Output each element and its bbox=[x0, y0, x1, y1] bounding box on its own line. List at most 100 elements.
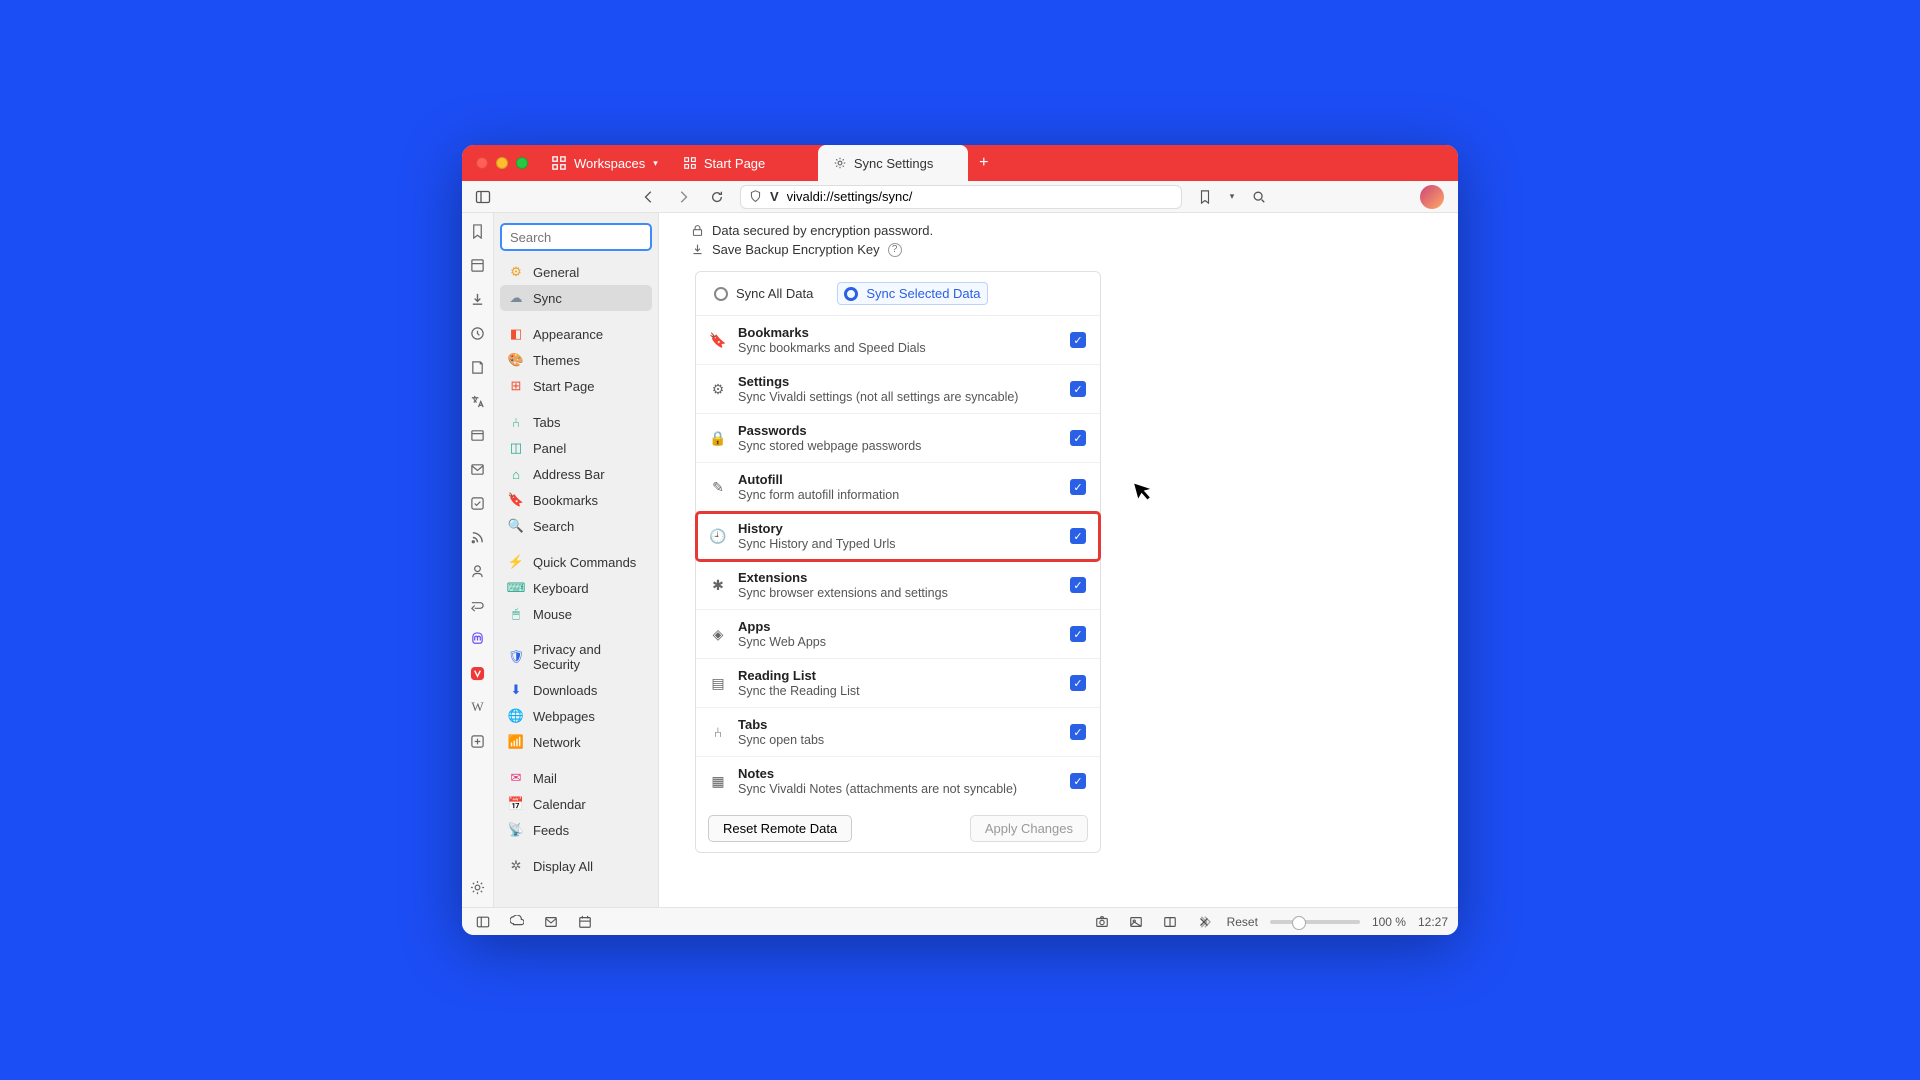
mail-panel-icon[interactable] bbox=[468, 459, 488, 479]
mastodon-panel-icon[interactable] bbox=[468, 629, 488, 649]
vivaldi-panel-icon[interactable] bbox=[468, 663, 488, 683]
sync-row-tabs[interactable]: ⑃TabsSync open tabs✓ bbox=[696, 708, 1100, 757]
bookmark-button[interactable] bbox=[1194, 186, 1216, 208]
sidebar-item-network[interactable]: 📶Network bbox=[500, 729, 652, 755]
sync-row-history[interactable]: 🕘HistorySync History and Typed Urls✓ bbox=[696, 512, 1100, 561]
sidebar-item-keyboard[interactable]: ⌨Keyboard bbox=[500, 575, 652, 601]
settings-panel-icon[interactable] bbox=[468, 877, 488, 897]
tab-icon: ⑃ bbox=[710, 724, 726, 740]
panel-toggle-status-icon[interactable] bbox=[472, 911, 494, 933]
sync-row-settings[interactable]: ⚙SettingsSync Vivaldi settings (not all … bbox=[696, 365, 1100, 414]
sidebar-item-search[interactable]: 🔍Search bbox=[500, 513, 652, 539]
sidebar-item-webpages[interactable]: 🌐Webpages bbox=[500, 703, 652, 729]
new-tab-button[interactable]: + bbox=[968, 145, 1000, 181]
tasks-panel-icon[interactable] bbox=[468, 493, 488, 513]
profile-avatar[interactable] bbox=[1420, 185, 1444, 209]
backup-key-row[interactable]: Save Backup Encryption Key ? bbox=[691, 242, 1422, 257]
sidebar-item-themes[interactable]: 🎨Themes bbox=[500, 347, 652, 373]
apply-changes-button[interactable]: Apply Changes bbox=[970, 815, 1088, 842]
zoom-reset-button[interactable]: Reset bbox=[1227, 915, 1258, 929]
translate-panel-icon[interactable] bbox=[468, 391, 488, 411]
sync-row-bookmarks[interactable]: 🔖BookmarksSync bookmarks and Speed Dials… bbox=[696, 316, 1100, 365]
sync-row-checkbox[interactable]: ✓ bbox=[1070, 381, 1086, 397]
tab-sync-settings[interactable]: Sync Settings bbox=[818, 145, 968, 181]
reset-remote-button[interactable]: Reset Remote Data bbox=[708, 815, 852, 842]
images-toggle-icon[interactable] bbox=[1125, 911, 1147, 933]
panel-toggle-button[interactable] bbox=[472, 186, 494, 208]
sync-row-apps[interactable]: ◈AppsSync Web Apps✓ bbox=[696, 610, 1100, 659]
sync-all-radio[interactable]: Sync All Data bbox=[708, 283, 819, 304]
lock-icon bbox=[691, 224, 704, 237]
sync-row-checkbox[interactable]: ✓ bbox=[1070, 626, 1086, 642]
address-input[interactable] bbox=[787, 189, 1173, 204]
sync-row-checkbox[interactable]: ✓ bbox=[1070, 724, 1086, 740]
feeds-panel-icon[interactable] bbox=[468, 527, 488, 547]
sync-row-autofill[interactable]: ✎AutofillSync form autofill information✓ bbox=[696, 463, 1100, 512]
contacts-panel-icon[interactable] bbox=[468, 561, 488, 581]
gear-icon bbox=[834, 157, 846, 169]
sync-row-extensions[interactable]: ✱ExtensionsSync browser extensions and s… bbox=[696, 561, 1100, 610]
page-actions-icon[interactable] bbox=[1193, 911, 1215, 933]
sync-row-reading-list[interactable]: ▤Reading ListSync the Reading List✓ bbox=[696, 659, 1100, 708]
shield-icon[interactable] bbox=[749, 190, 762, 203]
sidebar-item-address-bar[interactable]: ⌂Address Bar bbox=[500, 461, 652, 487]
zoom-slider[interactable] bbox=[1270, 920, 1360, 924]
sync-row-checkbox[interactable]: ✓ bbox=[1070, 773, 1086, 789]
sync-row-checkbox[interactable]: ✓ bbox=[1070, 675, 1086, 691]
clock-icon: 🕘 bbox=[710, 528, 726, 544]
add-panel-icon[interactable] bbox=[468, 731, 488, 751]
sidebar-item-privacy-and-security[interactable]: 🛡Privacy and Security bbox=[500, 637, 652, 677]
sync-row-passwords[interactable]: 🔒PasswordsSync stored webpage passwords✓ bbox=[696, 414, 1100, 463]
sidebar-item-mail[interactable]: ✉Mail bbox=[500, 765, 652, 791]
sync-row-text: NotesSync Vivaldi Notes (attachments are… bbox=[738, 766, 1058, 796]
tab-start-page[interactable]: Start Page bbox=[668, 145, 818, 181]
back-button[interactable] bbox=[638, 186, 660, 208]
notes-panel-icon[interactable] bbox=[468, 357, 488, 377]
sync-row-text: AppsSync Web Apps bbox=[738, 619, 1058, 649]
history-panel-icon[interactable] bbox=[468, 323, 488, 343]
sidebar-item-appearance[interactable]: ◧Appearance bbox=[500, 321, 652, 347]
sync-row-checkbox[interactable]: ✓ bbox=[1070, 577, 1086, 593]
forward-button[interactable] bbox=[672, 186, 694, 208]
search-button[interactable] bbox=[1248, 186, 1270, 208]
workspaces-button[interactable]: Workspaces ▾ bbox=[542, 145, 668, 181]
sidebar-item-panel[interactable]: ◫Panel bbox=[500, 435, 652, 461]
sync-row-checkbox[interactable]: ✓ bbox=[1070, 332, 1086, 348]
mail-status-icon[interactable] bbox=[540, 911, 562, 933]
window-controls bbox=[476, 157, 528, 169]
sync-row-notes[interactable]: ▦NotesSync Vivaldi Notes (attachments ar… bbox=[696, 757, 1100, 805]
maximize-window-button[interactable] bbox=[516, 157, 528, 169]
sidebar-item-start-page[interactable]: ⊞Start Page bbox=[500, 373, 652, 399]
sidebar-item-tabs[interactable]: ⑃Tabs bbox=[500, 409, 652, 435]
sync-row-checkbox[interactable]: ✓ bbox=[1070, 528, 1086, 544]
reading-list-panel-icon[interactable] bbox=[468, 255, 488, 275]
capture-status-icon[interactable] bbox=[1091, 911, 1113, 933]
sidebar-item-feeds[interactable]: 📡Feeds bbox=[500, 817, 652, 843]
sidebar-item-sync[interactable]: ☁Sync bbox=[500, 285, 652, 311]
sidebar-item-general[interactable]: ⚙General bbox=[500, 259, 652, 285]
downloads-panel-icon[interactable] bbox=[468, 289, 488, 309]
sync-status-icon[interactable] bbox=[506, 911, 528, 933]
sessions-panel-icon[interactable] bbox=[468, 595, 488, 615]
reload-button[interactable] bbox=[706, 186, 728, 208]
sidebar-item-downloads[interactable]: ⬇Downloads bbox=[500, 677, 652, 703]
sidebar-item-display-all[interactable]: ✲Display All bbox=[500, 853, 652, 879]
tiling-status-icon[interactable] bbox=[1159, 911, 1181, 933]
settings-search-input[interactable] bbox=[500, 223, 652, 251]
sync-row-checkbox[interactable]: ✓ bbox=[1070, 430, 1086, 446]
calendar-status-icon[interactable] bbox=[574, 911, 596, 933]
close-window-button[interactable] bbox=[476, 157, 488, 169]
sidebar-item-bookmarks[interactable]: 🔖Bookmarks bbox=[500, 487, 652, 513]
sidebar-item-calendar[interactable]: 📅Calendar bbox=[500, 791, 652, 817]
sidebar-item-mouse[interactable]: 🖱Mouse bbox=[500, 601, 652, 627]
sync-selected-radio[interactable]: Sync Selected Data bbox=[837, 282, 987, 305]
sidebar-item-quick-commands[interactable]: ⚡Quick Commands bbox=[500, 549, 652, 575]
wiki-panel-icon[interactable]: W bbox=[468, 697, 488, 717]
bookmarks-panel-icon[interactable] bbox=[468, 221, 488, 241]
minimize-window-button[interactable] bbox=[496, 157, 508, 169]
sync-row-checkbox[interactable]: ✓ bbox=[1070, 479, 1086, 495]
window-panel-icon[interactable] bbox=[468, 425, 488, 445]
bookmarks-icon: 🔖 bbox=[508, 492, 524, 508]
help-icon[interactable]: ? bbox=[888, 243, 902, 257]
bookmark-menu-button[interactable]: ▾ bbox=[1226, 186, 1238, 208]
